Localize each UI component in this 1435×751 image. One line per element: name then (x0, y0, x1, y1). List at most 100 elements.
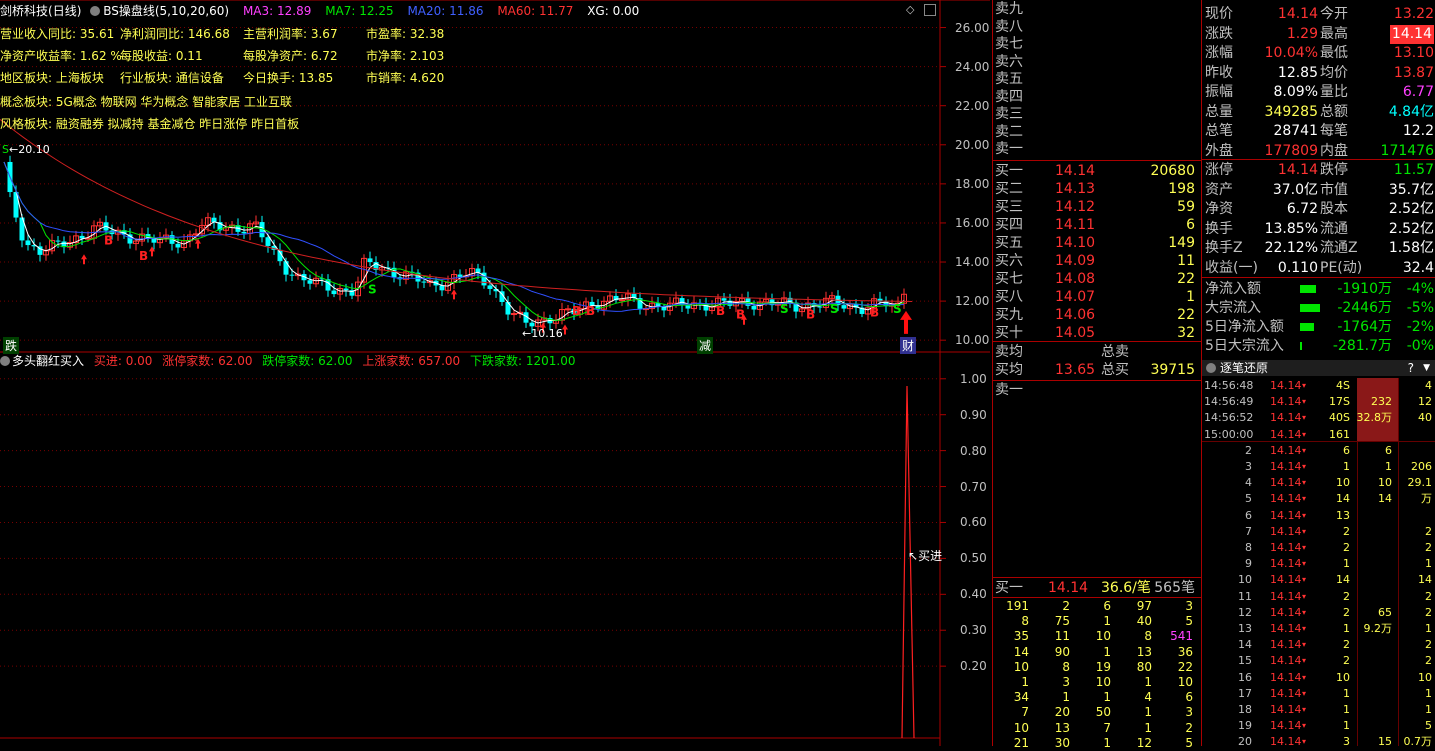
buy-level-row[interactable]: 买三 14.12 59 (993, 198, 1201, 216)
quote-value: 4.84亿 (1388, 103, 1434, 120)
buy-level-row[interactable]: 买一 14.14 20680 (993, 162, 1201, 180)
tick-row[interactable]: 14:56:48 14.14 ▾ 4S 4 (1202, 378, 1435, 395)
buy-level-row[interactable]: 买七 14.08 22 (993, 270, 1201, 288)
buy-level-price: 14.05 (1055, 325, 1096, 341)
sub-indicator-header: 多头翻红买入 买进: 0.00 涨停家数: 62.00 跌停家数: 62.00 … (0, 352, 576, 369)
queue-cell: 19 (1095, 659, 1111, 674)
tick-row[interactable]: 20 14.14 ▾ 3 15 0.7万 (1202, 734, 1435, 751)
buy-level-row[interactable]: 买八 14.07 1 (993, 288, 1201, 306)
tick-row[interactable]: 3 14.14 ▾ 1 1 206 (1202, 459, 1435, 476)
price-tick-label: 16.00 (955, 215, 990, 230)
tick-row[interactable]: 15 14.14 ▾ 2 2 (1202, 653, 1435, 670)
quote-value: 22.12% (1264, 240, 1318, 256)
tick-row[interactable]: 8 14.14 ▾ 2 2 (1202, 540, 1435, 557)
quote-value: 12.2 (1402, 123, 1434, 139)
candle-body (421, 281, 427, 283)
event-marker-mid[interactable]: 减 (697, 337, 714, 354)
maximize-icon[interactable] (924, 4, 936, 16)
candle-body (661, 306, 667, 311)
tick-price: 14.14 (1270, 719, 1302, 733)
tick-volume: 2 (1343, 524, 1350, 538)
tick-row[interactable]: 12 14.14 ▾ 2 65 2 (1202, 605, 1435, 622)
tick-row[interactable]: 9 14.14 ▾ 1 1 (1202, 556, 1435, 573)
tick-header[interactable]: 逐笔还原 ? ▼ (1202, 360, 1435, 376)
tick-settings-icon[interactable] (1206, 363, 1216, 373)
sub-indicator-name[interactable]: 多头翻红买入 (12, 354, 84, 368)
dropdown-icon[interactable]: ▼ (1423, 360, 1430, 376)
buy-level-row[interactable]: 买十 14.05 32 (993, 324, 1201, 342)
buy-level-volume: 20680 (1150, 163, 1195, 179)
tick-row[interactable]: 19 14.14 ▾ 1 5 (1202, 718, 1435, 735)
quote-value: 1.29 (1286, 25, 1318, 42)
tick-price: 14.14 (1270, 573, 1302, 587)
tick-time: 15:00:00 (1204, 427, 1254, 441)
quote-label: 现价 (1205, 6, 1233, 22)
flow-pct: -5% (1406, 300, 1434, 316)
price-tick-label: 14.00 (955, 255, 990, 270)
buy-level-row[interactable]: 买九 14.06 22 (993, 306, 1201, 324)
tick-time: 4 (1245, 476, 1252, 490)
tick-row[interactable]: 2 14.14 ▾ 6 6 (1202, 443, 1435, 460)
sell-signal: S (780, 302, 789, 316)
sub-settings-icon[interactable] (0, 356, 10, 366)
queue-cell: 22 (1177, 659, 1193, 674)
tick-row[interactable]: 16 14.14 ▾ 10 10 (1202, 670, 1435, 687)
queue-cell: 1 (1103, 690, 1111, 705)
indicator-name[interactable]: BS操盘线(5,10,20,60) (103, 4, 229, 18)
sell-level-row: 卖二 (993, 123, 1201, 141)
buy-level-row[interactable]: 买四 14.11 6 (993, 216, 1201, 234)
queue-cell: 10 (1095, 629, 1111, 644)
help-icon[interactable]: ? (1408, 360, 1414, 376)
tick-col2: 206 (1411, 460, 1432, 473)
chart-panel[interactable]: BBBBBBBBSSSS 剑桥科技(日线) BS操盘线(5,10,20,60) … (0, 0, 990, 746)
tick-row[interactable]: 11 14.14 ▾ 2 2 (1202, 589, 1435, 606)
quote-label: 流通Z (1320, 240, 1358, 256)
tick-arrow: ▾ (1302, 591, 1307, 601)
tick-row[interactable]: 14 14.14 ▾ 2 2 (1202, 637, 1435, 654)
tick-arrow: ▾ (1302, 445, 1307, 455)
queue-cell: 3 (1062, 675, 1070, 689)
tick-row[interactable]: 14:56:49 14.14 ▾ 17S 232 12 (1202, 394, 1435, 411)
sell-level-label: 卖五 (995, 71, 1023, 87)
tick-row[interactable]: 7 14.14 ▾ 2 2 (1202, 524, 1435, 541)
queue-cell: 3 (1185, 705, 1193, 720)
tick-price: 14.14 (1270, 654, 1302, 668)
tick-row[interactable]: 13 14.14 ▾ 1 9.2万 1 (1202, 621, 1435, 638)
tick-row[interactable]: 6 14.14 ▾ 13 (1202, 508, 1435, 525)
candlestick-chart[interactable]: BBB B B B B BS S SS (0, 0, 990, 746)
tick-col2: 1 (1425, 622, 1432, 635)
tick-row[interactable]: 17 14.14 ▾ 1 1 (1202, 686, 1435, 703)
queue-cell: 13 (1136, 644, 1152, 659)
tick-time: 19 (1238, 719, 1252, 733)
quote-label: 净资 (1205, 201, 1233, 217)
queue-cell: 50 (1095, 705, 1111, 720)
tick-arrow: ▾ (1302, 624, 1307, 633)
tick-volume: 1 (1343, 622, 1350, 635)
queue-cell: 75 (1054, 614, 1070, 629)
buy-level-row[interactable]: 买六 14.09 11 (993, 252, 1201, 270)
tick-row[interactable]: 15:00:00 14.14 ▾ 161 (1202, 427, 1435, 444)
tick-time: 12 (1238, 605, 1252, 619)
queue-cell: 40 (1136, 614, 1152, 629)
sub-tick-label: 0.60 (960, 515, 987, 530)
buy-level-row[interactable]: 买二 14.13 198 (993, 180, 1201, 198)
tick-time: 14 (1238, 638, 1252, 652)
tick-col2: 12 (1418, 395, 1432, 409)
tick-row[interactable]: 5 14.14 ▾ 14 14 (1202, 491, 1435, 508)
event-marker-right[interactable]: 财 (900, 337, 917, 354)
buy-level-volume: 32 (1177, 325, 1195, 341)
diamond-icon[interactable]: ◇ (906, 3, 914, 16)
settings-icon[interactable] (90, 6, 101, 16)
tick-col1: 32.8万 (1356, 411, 1393, 425)
tick-time: 9 (1245, 557, 1252, 571)
tick-row[interactable]: 10 14.14 ▾ 14 14 (1202, 572, 1435, 589)
tick-time: 13 (1238, 622, 1252, 635)
price-tick-label: 22.00 (955, 98, 990, 113)
tick-row[interactable]: 4 14.14 ▾ 10 10 29.1万 (1202, 475, 1435, 505)
tick-row[interactable]: 18 14.14 ▾ 1 1 (1202, 702, 1435, 719)
tick-col2: 0.7万 (1403, 735, 1433, 749)
buy-level-row[interactable]: 买五 14.10 149 (993, 234, 1201, 252)
tick-row[interactable]: 14:56:52 14.14 ▾ 40S 32.8万 40 (1202, 410, 1435, 427)
ps-ratio: 市销率: 4.620 (366, 71, 445, 85)
queue-row: 34 1 1 4 6 (993, 690, 1201, 705)
